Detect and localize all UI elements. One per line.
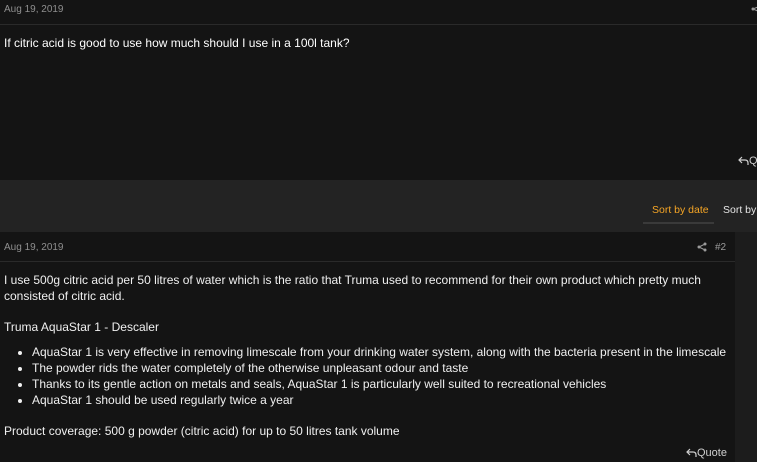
quote-label: Quote	[697, 447, 727, 459]
divider	[0, 261, 735, 262]
post-date[interactable]: Aug 19, 2019	[4, 4, 64, 15]
list-item: Thanks to its gentle action on metals an…	[32, 376, 732, 392]
post-date[interactable]: Aug 19, 2019	[4, 242, 64, 253]
feature-list: AquaStar 1 is very effective in removing…	[4, 344, 732, 408]
coverage-text: Product coverage: 500 g powder (citric a…	[4, 424, 400, 438]
sort-bar: Sort by date Sort by	[0, 180, 757, 232]
paragraph: I use 500g citric acid per 50 litres of …	[4, 273, 701, 303]
scrollbar-track[interactable]	[735, 232, 757, 462]
post-number-link[interactable]: #2	[715, 242, 726, 253]
reply-arrow-icon	[686, 448, 697, 457]
post-message: If citric acid is good to use how much s…	[4, 36, 350, 50]
reply-label: Q	[749, 155, 757, 167]
share-icon[interactable]	[751, 4, 757, 14]
reply-button[interactable]: Q	[738, 155, 757, 167]
post-2: Aug 19, 2019 #2 I use 500g citric acid p…	[0, 232, 735, 462]
active-tab-indicator	[643, 222, 714, 224]
divider	[0, 24, 757, 25]
post-message: I use 500g citric acid per 50 litres of …	[4, 272, 732, 439]
post-1: Aug 19, 2019 If citric acid is good to u…	[0, 0, 757, 180]
quote-button[interactable]: Quote	[686, 447, 727, 459]
list-item: The powder rids the water completely of …	[32, 360, 732, 376]
reply-arrow-icon	[738, 156, 749, 165]
product-title: Truma AquaStar 1 - Descaler	[4, 320, 159, 334]
share-icon[interactable]	[697, 241, 707, 255]
tab-sort-by-date[interactable]: Sort by date	[652, 204, 709, 216]
list-item: AquaStar 1 is very effective in removing…	[32, 344, 732, 360]
list-item: AquaStar 1 should be used regularly twic…	[32, 392, 732, 408]
tab-sort-by[interactable]: Sort by	[723, 204, 756, 216]
